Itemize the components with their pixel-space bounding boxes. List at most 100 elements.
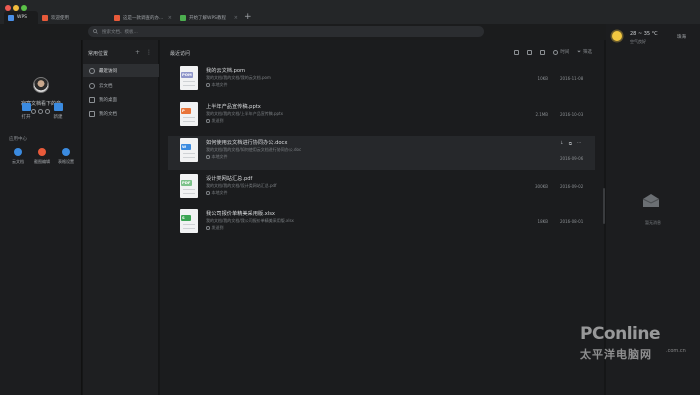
nav-item-my-documents[interactable]: 我的文档 [83,107,159,120]
file-name: 我的云文档.pom [206,68,246,74]
file-size: 10KB [537,76,548,81]
tab-wps-tutorial[interactable]: 开始了解WPS教程 × [176,11,242,24]
file-date: 2016-08-01 [560,219,584,224]
file-path: 我的文档/我的文档/我公司报价单精美采用版.xlsx [206,218,294,223]
file-type-badge: PDF [181,180,192,186]
clock-icon [553,49,559,55]
file-name: 如何使用云文档进行协同办公.docx [206,140,288,146]
funnel-icon: ⏷ [577,50,581,55]
local-icon [206,83,210,87]
file-size: 2.1MB [535,112,548,117]
search-input[interactable]: 搜索文档、模板... [88,26,484,37]
file-source: 发送到 [206,118,224,124]
file-source-label: 本地文件 [211,190,228,195]
list-view-icon[interactable] [540,49,546,55]
nav-item-label: 云文档 [99,83,113,89]
file-path: 我的文档/我的文档/设计类网站汇总.pdf [206,183,277,188]
app-cloud-docs[interactable]: 云文档 [6,148,30,165]
app-screenshot[interactable]: 截图编辑 [30,148,54,165]
scrollbar[interactable] [603,188,605,224]
nav-item-desktop[interactable]: 我的桌面 [83,93,159,106]
filter-button[interactable]: ⏷ 筛选 [577,49,592,55]
refresh-icon[interactable] [527,49,533,55]
close-tab-icon[interactable]: × [168,15,172,21]
file-row-pom[interactable]: POM 我的云文档.pom 我的文档/我的文档/我的云文档.pom 本地文件 1… [168,64,595,98]
tab-label: WPS [17,15,28,20]
file-name: 设计类网站汇总.pdf [206,176,253,182]
tab-wps[interactable]: WPS [4,11,38,24]
open-label: 打开 [21,115,31,120]
pptx-file-icon: P [180,102,198,126]
nav-column: 常用位置 + ⋮ 最近访问 云文档 我的桌面 我的文档 [83,40,159,395]
watermark-domain: .com.cn [666,348,686,354]
file-path: 我的文档/我的文档/如何使用云文档进行协同办公.doc [206,147,302,152]
app-sheet-settings[interactable]: 表格设置 [54,148,78,165]
documents-icon [89,110,95,117]
file-path: 我的文档/我的文档/上半年产品宣传稿.pptx [206,111,283,116]
row-actions: ↓ ⧉ ··· [560,141,581,147]
filter-label: 筛选 [583,50,592,55]
nav-heading: 常用位置 [88,51,109,57]
add-location-button[interactable]: + [135,49,140,56]
new-doc-icon [53,103,63,111]
tab-survey-doc[interactable]: 这是一款调查的办... × [110,11,176,24]
folder-icon [21,103,31,111]
local-icon [206,155,210,159]
cloud-doc-icon [89,82,95,89]
download-icon[interactable]: ↓ [560,141,564,147]
more-options-button[interactable]: ⋮ [146,49,152,56]
time-filter-button[interactable]: 时间 [553,49,569,55]
file-row-docx[interactable]: W 如何使用云文档进行协同办公.docx 我的文档/我的文档/如何使用云文档进行… [168,136,595,170]
tab-label: 开始了解WPS教程 [189,15,227,21]
pdf-file-icon: PDF [180,174,198,198]
city-name[interactable]: 珠海 [677,34,686,40]
file-type-badge: W [181,144,191,150]
tab-label: 这是一款调查的办... [123,15,164,21]
doc-tab-icon [42,14,48,21]
open-button[interactable]: 打开 [12,103,40,120]
screenshot-icon [38,148,46,156]
copy-icon[interactable]: ⧉ [569,141,572,147]
settings-icon [62,148,70,156]
docx-file-icon: W [180,138,198,162]
empty-message-label: 暂无消息 [645,220,661,225]
watermark-chinese: 太平洋电脑网 [580,348,652,361]
time-filter-label: 时间 [560,50,570,55]
trash-icon[interactable] [514,49,520,55]
new-label: 新建 [53,115,63,120]
file-date: 2016-11-08 [560,76,584,81]
avatar[interactable] [33,77,49,93]
file-type-badge: POM [181,72,193,78]
file-source-label: 发送到 [211,225,224,230]
file-row-xlsx[interactable]: S 我公司报价单精美采用版.xlsx 我的文档/我的文档/我公司报价单精美采用版… [168,207,595,241]
sun-icon [612,31,622,41]
pdf-tab-icon [114,14,120,21]
nav-item-label: 最近访问 [99,68,117,74]
weather-status: 空气良好 [630,39,646,44]
nav-item-cloud-docs[interactable]: 云文档 [83,79,159,92]
close-tab-icon[interactable]: × [234,15,238,21]
new-button[interactable]: 新建 [44,103,72,120]
file-size: 18KB [537,219,548,224]
sheet-tab-icon [180,14,186,21]
tab-label: 欢迎使用 [51,15,69,21]
file-date: 2016-09-06 [560,156,584,161]
pom-file-icon: POM [180,66,198,90]
more-icon[interactable]: ··· [577,141,581,147]
title-bar: WPS 欢迎使用 这是一款调查的办... × 开始了解WPS教程 × + [0,0,700,24]
file-row-pptx[interactable]: P 上半年产品宣传稿.pptx 我的文档/我的文档/上半年产品宣传稿.pptx … [168,100,595,134]
nav-item-recent[interactable]: 最近访问 [83,64,159,77]
tab-welcome[interactable]: 欢迎使用 [38,11,88,24]
app-label: 云文档 [12,159,24,164]
file-row-pdf[interactable]: PDF 设计类网站汇总.pdf 我的文档/我的文档/设计类网站汇总.pdf 本地… [168,172,595,206]
file-source-label: 发送到 [211,118,224,123]
file-source: 本地文件 [206,190,228,196]
file-source-label: 本地文件 [211,154,228,159]
toolbar: 时间 ⏷ 筛选 [514,49,592,55]
file-source: 本地文件 [206,154,228,160]
app-center-heading: 应用中心 [9,137,27,142]
clock-icon [89,67,95,74]
new-tab-button[interactable]: + [244,12,252,22]
temperature: 28 ~ 35 °C [630,31,658,37]
xlsx-file-icon: S [180,209,198,233]
